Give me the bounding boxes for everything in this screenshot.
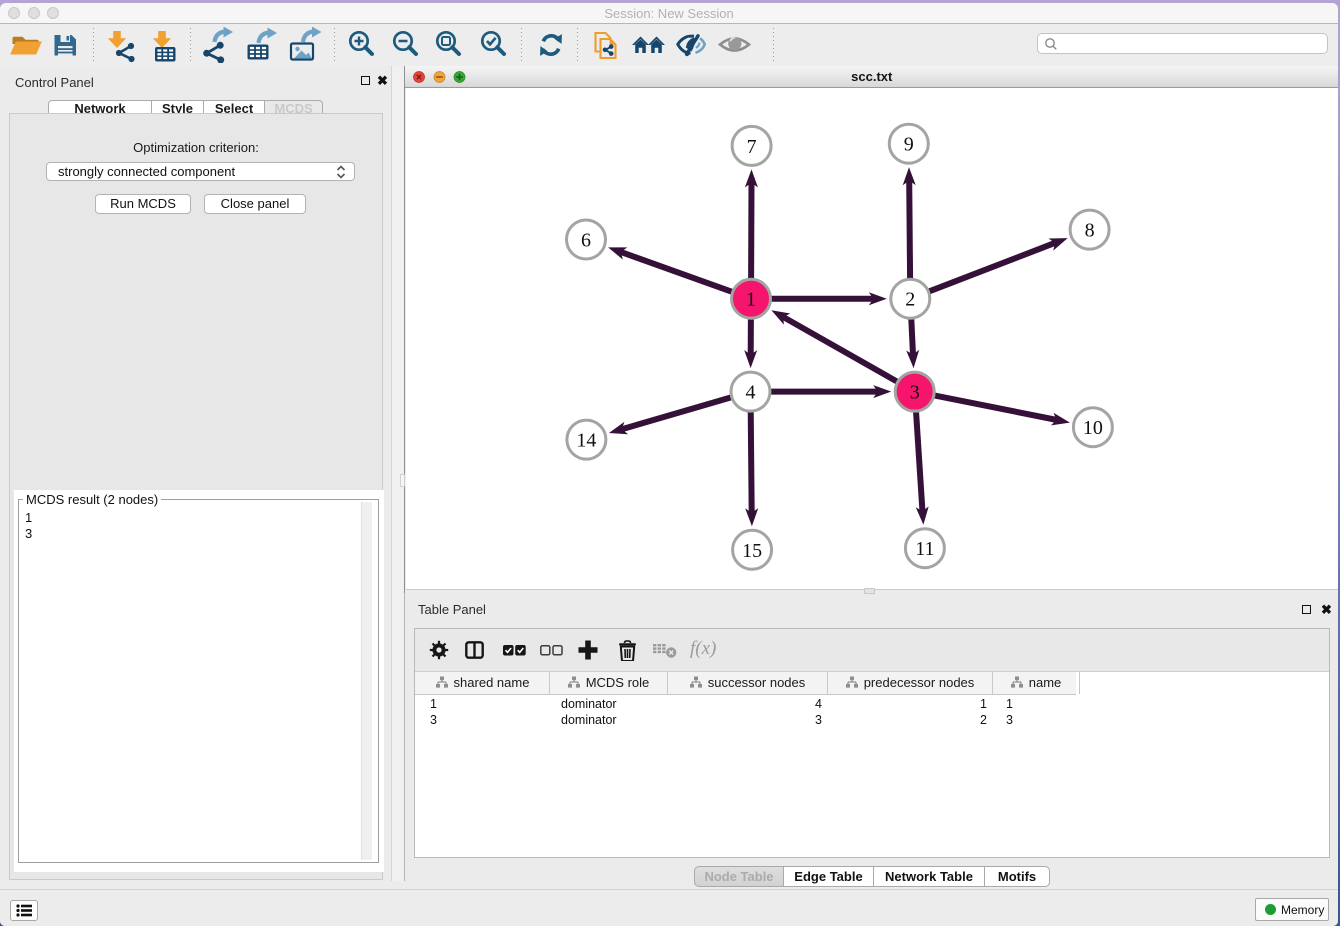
svg-text:6: 6 [581, 230, 591, 252]
svg-text:11: 11 [915, 538, 934, 560]
svg-text:9: 9 [904, 134, 914, 156]
svg-text:10: 10 [1083, 417, 1103, 439]
svg-text:2: 2 [905, 289, 915, 311]
svg-text:8: 8 [1085, 220, 1095, 242]
svg-text:4: 4 [746, 382, 756, 404]
svg-text:15: 15 [742, 540, 762, 562]
svg-text:3: 3 [910, 382, 920, 404]
svg-text:14: 14 [576, 430, 596, 452]
svg-text:7: 7 [747, 136, 757, 158]
svg-text:1: 1 [746, 289, 756, 311]
